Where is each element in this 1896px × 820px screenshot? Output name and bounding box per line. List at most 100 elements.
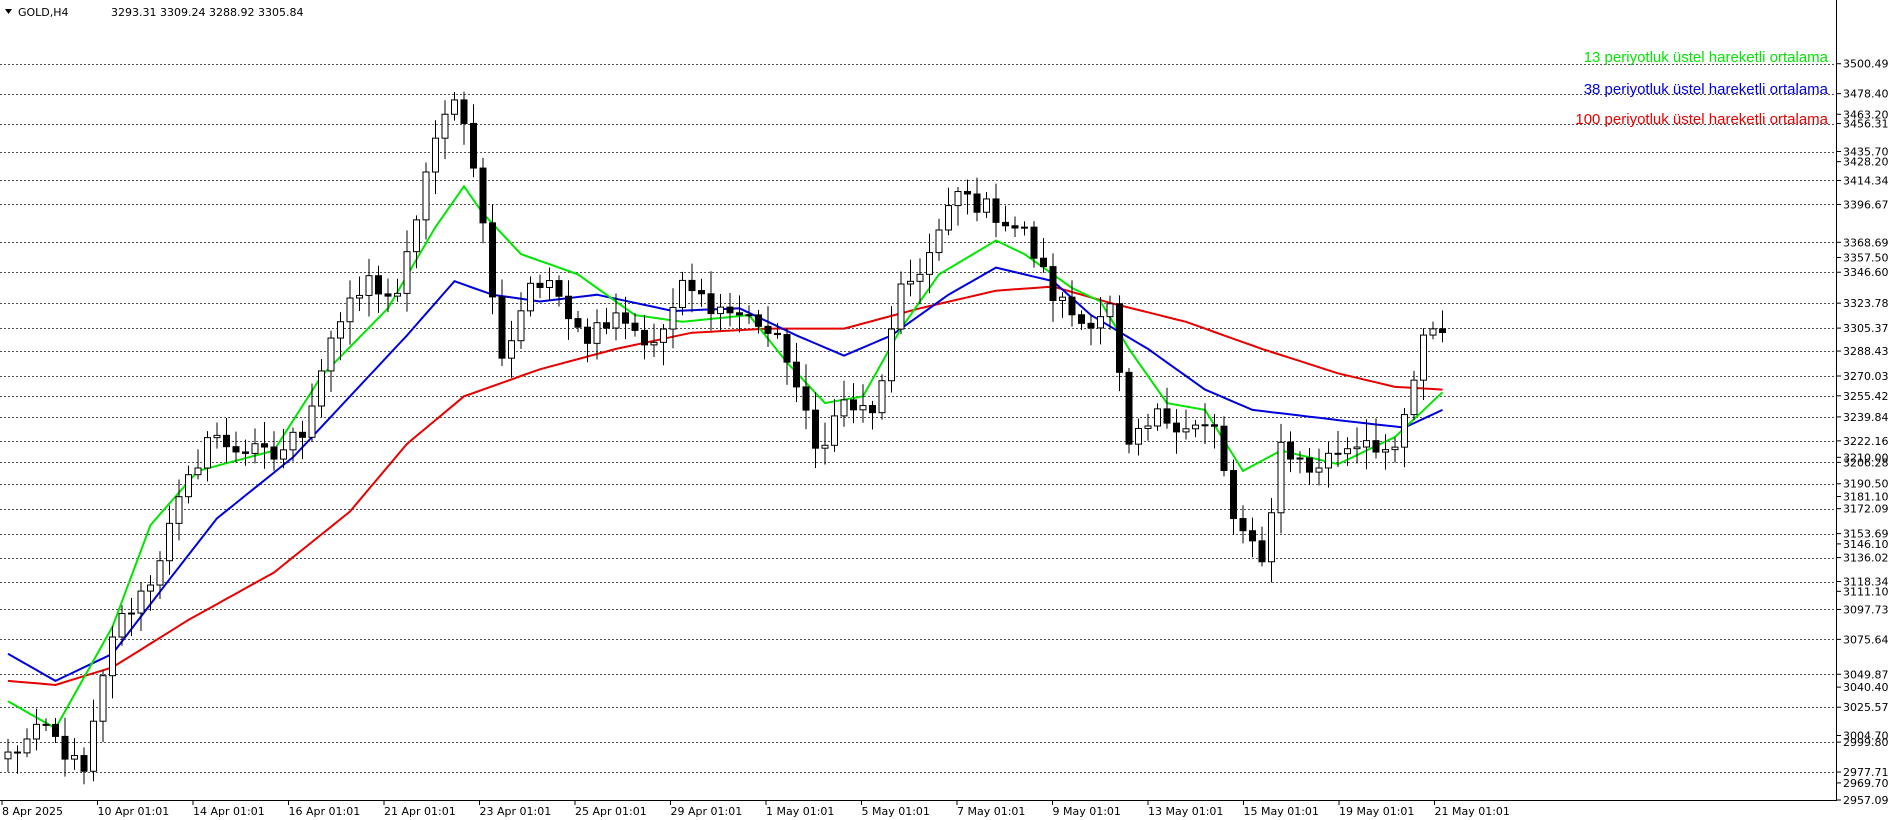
symbol-label: GOLD,H4 <box>18 6 69 19</box>
candle-body-bear <box>14 751 21 754</box>
price-label: 3136.02 <box>1843 552 1889 565</box>
candle-body-bull <box>983 198 990 213</box>
candle-body-bull <box>137 590 145 614</box>
time-label: 29 Apr 01:01 <box>671 805 743 818</box>
candle-body-bear <box>745 314 753 317</box>
candle-body-bull <box>1344 448 1351 455</box>
candle-body-bull <box>318 370 325 407</box>
candle-body-bull <box>213 434 221 439</box>
candle-body-bull <box>280 449 287 460</box>
price-label: 3368.69 <box>1843 236 1889 249</box>
candle-body-bear <box>850 399 857 411</box>
price-chart[interactable]: 3500.493478.403463.203456.313435.703428.… <box>0 0 1896 820</box>
time-label: 1 May 01:01 <box>766 805 834 818</box>
candle-body-bull <box>1296 457 1304 460</box>
candle-body-bear <box>565 295 572 320</box>
candle-body-bear <box>80 755 88 772</box>
candle-body-bear <box>232 446 240 453</box>
time-label: 21 May 01:01 <box>1435 805 1510 818</box>
candle-body-bull <box>926 252 933 275</box>
candle <box>1125 367 1133 454</box>
candle-body-bear <box>223 434 230 448</box>
price-label: 3478.40 <box>1843 88 1889 101</box>
candle-body-bear <box>498 296 506 359</box>
candle-body-bear <box>764 325 772 334</box>
candle-body-bull <box>109 636 116 677</box>
legend: 13 periyotluk üstel hareketli ortalama 3… <box>1575 49 1828 128</box>
candle-body-bull <box>432 137 439 173</box>
candle-body-bull <box>1021 226 1028 229</box>
candle-body-bull <box>1382 449 1389 453</box>
price-label: 3305.37 <box>1843 322 1889 335</box>
candle-body-bull <box>289 431 297 451</box>
price-label: 3288.43 <box>1843 345 1889 358</box>
candle-body-bear <box>1230 470 1237 520</box>
price-label: 3239.84 <box>1843 411 1889 424</box>
candle-body-bear <box>1258 540 1266 563</box>
candle-body-bull <box>1353 446 1361 450</box>
price-label: 3357.50 <box>1843 251 1889 264</box>
candle-body-bear <box>242 451 249 454</box>
price-label: 3500.49 <box>1843 58 1889 71</box>
candle-body-bull <box>1154 408 1161 427</box>
price-label: 3323.78 <box>1843 297 1889 310</box>
candle-body-bull <box>717 306 724 315</box>
price-label: 3049.87 <box>1843 668 1889 681</box>
price-label: 3428.20 <box>1843 156 1889 169</box>
candle-body-bear <box>1249 530 1256 542</box>
ohlc-values: 3293.31 3309.24 3288.92 3305.84 <box>111 6 303 19</box>
candle-body-bear <box>812 409 819 449</box>
candle-body-bear <box>1306 457 1313 473</box>
candle-body-bull <box>147 584 154 592</box>
candle-body-bear <box>536 282 544 288</box>
candle-body-bear <box>1173 422 1180 433</box>
candle-body-bull <box>935 229 943 254</box>
candle <box>878 374 886 420</box>
candle-body-bear <box>1439 328 1446 334</box>
price-label: 3097.73 <box>1843 603 1889 616</box>
candle-body-bull <box>451 99 458 115</box>
candle-body-bear <box>1011 225 1019 229</box>
price-label: 3172.09 <box>1843 503 1889 516</box>
candle-body-bull <box>831 415 838 446</box>
candle-body-bull <box>194 467 202 476</box>
candle-body-bear <box>1116 303 1123 373</box>
candle-body-bear <box>698 290 705 295</box>
candle-body-bull <box>508 340 515 359</box>
candle-body-bull <box>175 496 183 524</box>
candle-body-bull <box>1325 452 1332 469</box>
candle-body-bear <box>622 312 629 324</box>
time-label: 14 Apr 01:01 <box>193 805 265 818</box>
candle-body-bull <box>185 474 192 498</box>
candle-body-bull <box>660 328 667 343</box>
candle-body-bull <box>23 738 31 754</box>
price-label: 3146.10 <box>1843 538 1889 551</box>
candle-body-bear <box>555 280 563 297</box>
price-label: 3456.31 <box>1843 118 1889 131</box>
candle-body-bear <box>1040 257 1047 268</box>
legend-ema38: 38 periyotluk üstel hareketli ortalama <box>1584 81 1829 98</box>
candle-body-bear <box>1287 441 1294 460</box>
candle-body-bear <box>1372 440 1380 453</box>
candle-body-bear <box>574 318 582 328</box>
candle-body-bull <box>1097 316 1104 329</box>
candle-body-bull <box>1277 441 1285 514</box>
candle-body-bear <box>489 222 496 298</box>
candle-body-bull <box>1315 467 1323 473</box>
candle-body-bull <box>156 560 164 586</box>
candle-body-bear <box>707 293 715 315</box>
candle-body-bear <box>1334 452 1342 455</box>
price-label: 3346.60 <box>1843 266 1889 279</box>
time-label: 21 Apr 01:01 <box>384 805 456 818</box>
candle-body-bear <box>375 275 382 295</box>
candle-body-bull <box>517 310 525 342</box>
price-label: 2957.09 <box>1843 794 1889 807</box>
candle-body-bull <box>612 312 620 329</box>
legend-ema13: 13 periyotluk üstel hareketli ortalama <box>1584 49 1829 66</box>
candle-body-bear <box>470 122 477 169</box>
candle-body-bull <box>327 337 335 372</box>
candle-body-bull <box>546 280 553 288</box>
price-label: 3206.28 <box>1843 456 1889 469</box>
candle-body-bear <box>1030 226 1038 259</box>
candle-body-bear <box>755 314 762 327</box>
